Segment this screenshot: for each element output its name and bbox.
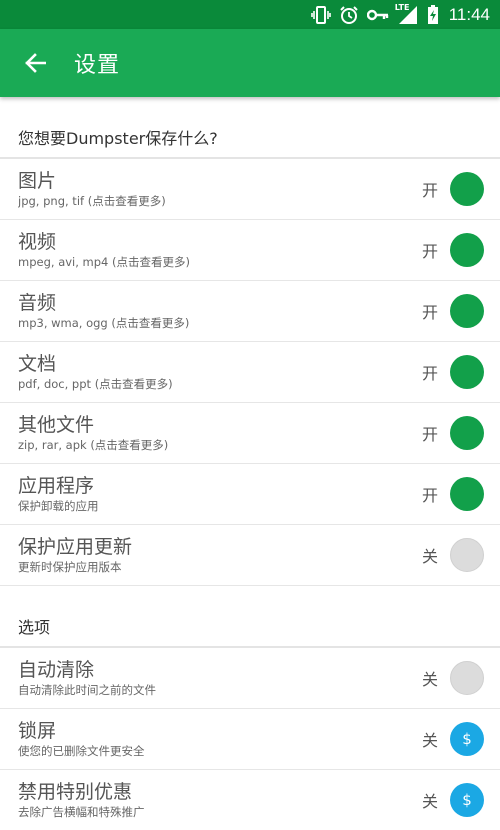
setting-state-label: 开 <box>421 364 438 383</box>
setting-subtitle: jpg, png, tif (点击查看更多) <box>18 194 166 208</box>
setting-state-label: 开 <box>421 242 438 261</box>
status-bar: LTE 11:44 <box>0 0 500 29</box>
toggle-documents[interactable] <box>450 355 484 389</box>
battery-charging-icon <box>427 4 439 25</box>
setting-state-label: 关 <box>421 547 438 566</box>
toggle-app-updates[interactable] <box>450 538 484 572</box>
setting-row-app-updates[interactable]: 保护应用更新 更新时保护应用版本 关 <box>0 525 500 586</box>
lte-label: LTE <box>394 2 410 12</box>
toggle-other-files[interactable] <box>450 416 484 450</box>
toggle-images[interactable] <box>450 172 484 206</box>
setting-title: 应用程序 <box>18 475 95 497</box>
toggle-audio[interactable] <box>450 294 484 328</box>
setting-title: 其他文件 <box>18 414 95 436</box>
setting-subtitle: 自动清除此时间之前的文件 <box>18 683 156 697</box>
dollar-icon: $ <box>462 791 472 809</box>
setting-row-apps[interactable]: 应用程序 保护卸载的应用 开 <box>0 464 500 525</box>
clock: 11:44 <box>448 4 490 24</box>
dollar-icon: $ <box>462 730 472 748</box>
setting-subtitle: mpeg, avi, mp4 (点击查看更多) <box>18 255 190 269</box>
setting-subtitle: 使您的已删除文件更安全 <box>18 744 145 758</box>
setting-subtitle: 去除广告横幅和特殊推广 <box>18 805 145 819</box>
setting-title: 禁用特别优惠 <box>18 781 133 803</box>
toggle-auto-clean[interactable] <box>450 661 484 695</box>
setting-title: 文档 <box>18 353 57 375</box>
setting-row-videos[interactable]: 视频 mpeg, avi, mp4 (点击查看更多) 开 <box>0 220 500 281</box>
premium-toggle-disable-offers[interactable]: $ <box>450 783 484 817</box>
setting-state-label: 开 <box>421 425 438 444</box>
alarm-icon <box>339 5 359 25</box>
setting-title: 视频 <box>18 231 57 253</box>
vpn-key-icon <box>366 5 389 25</box>
toggle-videos[interactable] <box>450 233 484 267</box>
toggle-apps[interactable] <box>450 477 484 511</box>
setting-subtitle: 更新时保护应用版本 <box>18 560 122 574</box>
setting-subtitle: mp3, wma, ogg (点击查看更多) <box>18 316 190 330</box>
setting-title: 图片 <box>18 170 57 192</box>
setting-title: 保护应用更新 <box>18 536 133 558</box>
setting-state-label: 开 <box>421 303 438 322</box>
setting-state-label: 开 <box>421 486 438 505</box>
setting-subtitle: zip, rar, apk (点击查看更多) <box>18 438 169 452</box>
setting-title: 自动清除 <box>18 659 95 681</box>
lte-signal-icon: LTE <box>394 2 419 25</box>
settings-list: 您想要Dumpster保存什么? 图片 jpg, png, tif (点击查看更… <box>0 97 500 830</box>
setting-state-label: 开 <box>421 181 438 200</box>
page-title: 设置 <box>74 53 121 78</box>
setting-row-documents[interactable]: 文档 pdf, doc, ppt (点击查看更多) 开 <box>0 342 500 403</box>
setting-row-auto-clean[interactable]: 自动清除 自动清除此时间之前的文件 关 <box>0 648 500 709</box>
premium-toggle-lock-screen[interactable]: $ <box>450 722 484 756</box>
setting-state-label: 关 <box>421 792 438 811</box>
setting-state-label: 关 <box>421 731 438 750</box>
setting-row-images[interactable]: 图片 jpg, png, tif (点击查看更多) 开 <box>0 159 500 220</box>
section-header-files: 您想要Dumpster保存什么? <box>0 97 500 159</box>
setting-subtitle: 保护卸载的应用 <box>18 499 99 513</box>
section-header-options: 选项 <box>0 586 500 648</box>
setting-title: 音频 <box>18 292 57 314</box>
app-bar: 设置 <box>0 29 500 97</box>
setting-title: 锁屏 <box>18 720 57 742</box>
setting-row-lock-screen[interactable]: 锁屏 使您的已删除文件更安全 关 $ <box>0 709 500 770</box>
arrow-back-icon <box>25 53 46 73</box>
setting-row-audio[interactable]: 音频 mp3, wma, ogg (点击查看更多) 开 <box>0 281 500 342</box>
vibrate-icon <box>310 5 331 25</box>
setting-state-label: 关 <box>421 670 438 689</box>
back-button[interactable] <box>0 29 70 97</box>
setting-row-other-files[interactable]: 其他文件 zip, rar, apk (点击查看更多) 开 <box>0 403 500 464</box>
setting-row-disable-offers[interactable]: 禁用特别优惠 去除广告横幅和特殊推广 关 $ <box>0 770 500 830</box>
setting-subtitle: pdf, doc, ppt (点击查看更多) <box>18 377 173 391</box>
